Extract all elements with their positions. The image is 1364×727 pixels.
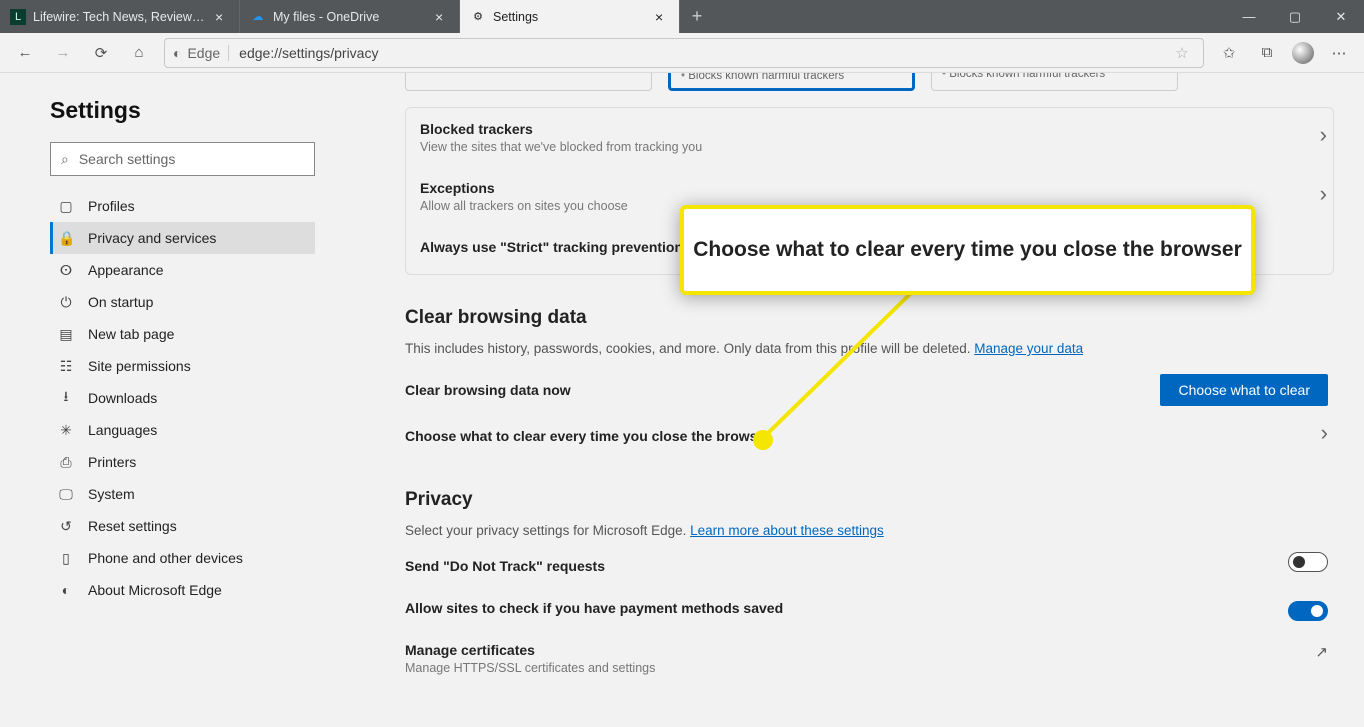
main: Blocks known harmful trackers Blocks kno… bbox=[370, 73, 1364, 727]
chevron-right-icon bbox=[1321, 420, 1328, 446]
address-bar[interactable]: ◐Edge edge://settings/privacy ☆ bbox=[164, 38, 1204, 68]
tab-bar: L Lifewire: Tech News, Reviews, He × ☁ M… bbox=[0, 0, 1364, 33]
sidebar-item-reset[interactable]: ↺Reset settings bbox=[50, 510, 315, 542]
collections-icon[interactable]: ⧉ bbox=[1254, 40, 1280, 66]
appearance-icon: ⵙ bbox=[58, 262, 74, 279]
chevron-right-icon bbox=[1320, 181, 1327, 207]
star-outline-icon[interactable]: ☆ bbox=[1169, 40, 1195, 66]
row-clear-on-close[interactable]: Choose what to clear every time you clos… bbox=[405, 406, 1334, 457]
sidebar-item-downloads[interactable]: ⭳Downloads bbox=[50, 382, 315, 414]
row-dnt: Send "Do Not Track" requests bbox=[405, 538, 1334, 587]
window-close[interactable]: ✕ bbox=[1318, 0, 1364, 33]
tracking-card-strict[interactable]: Blocks known harmful trackers bbox=[931, 73, 1178, 91]
row-payment-check: Allow sites to check if you have payment… bbox=[405, 587, 1334, 629]
lock-icon: 🔒 bbox=[58, 230, 74, 247]
section-desc: Select your privacy settings for Microso… bbox=[405, 523, 1334, 538]
onedrive-icon: ☁ bbox=[250, 9, 266, 25]
tab-title: Settings bbox=[493, 10, 648, 24]
sidebar-item-printers[interactable]: ⎙Printers bbox=[50, 446, 315, 478]
row-blocked-trackers[interactable]: Blocked trackers View the sites that we'… bbox=[406, 108, 1333, 167]
toolbar: ← → ⟳ ⌂ ◐Edge edge://settings/privacy ☆ … bbox=[0, 33, 1364, 73]
tab-lifewire[interactable]: L Lifewire: Tech News, Reviews, He × bbox=[0, 0, 240, 33]
sidebar-item-appearance[interactable]: ⵙAppearance bbox=[50, 254, 315, 286]
row-certificates[interactable]: Manage certificates Manage HTTPS/SSL cer… bbox=[405, 629, 1334, 688]
permissions-icon: ☷ bbox=[58, 358, 74, 375]
close-icon[interactable]: × bbox=[435, 9, 449, 25]
close-icon[interactable]: × bbox=[655, 9, 669, 25]
url-text: edge://settings/privacy bbox=[239, 45, 378, 61]
sidebar-item-startup[interactable]: ⏻On startup bbox=[50, 286, 315, 318]
sidebar-item-languages[interactable]: ✳Languages bbox=[50, 414, 315, 446]
section-heading-privacy: Privacy bbox=[405, 489, 1334, 511]
tab-onedrive[interactable]: ☁ My files - OneDrive × bbox=[240, 0, 460, 33]
search-icon: ⌕ bbox=[61, 151, 69, 168]
window-maximize[interactable]: ▢ bbox=[1272, 0, 1318, 33]
avatar[interactable] bbox=[1292, 42, 1314, 64]
tracking-card-balanced[interactable]: Blocks known harmful trackers bbox=[668, 73, 915, 91]
payment-toggle[interactable] bbox=[1288, 601, 1328, 621]
menu-icon[interactable]: ⋯ bbox=[1326, 40, 1352, 66]
sidebar: Settings ⌕ Search settings ▢Profiles 🔒Pr… bbox=[0, 73, 370, 727]
tab-title: My files - OneDrive bbox=[273, 10, 428, 24]
close-icon[interactable]: × bbox=[215, 9, 229, 25]
tab-title: Lifewire: Tech News, Reviews, He bbox=[33, 10, 208, 24]
sidebar-item-newtab[interactable]: ▤New tab page bbox=[50, 318, 315, 350]
sidebar-item-phone[interactable]: ▯Phone and other devices bbox=[50, 542, 315, 574]
favorites-icon[interactable]: ✩ bbox=[1216, 40, 1242, 66]
sidebar-item-system[interactable]: 🖵System bbox=[50, 478, 315, 510]
sidebar-item-permissions[interactable]: ☷Site permissions bbox=[50, 350, 315, 382]
home-button[interactable]: ⌂ bbox=[126, 40, 152, 66]
tab-settings[interactable]: ⚙ Settings × bbox=[460, 0, 680, 33]
download-icon: ⭳ bbox=[58, 386, 74, 410]
back-button[interactable]: ← bbox=[12, 40, 38, 66]
external-link-icon: ↗ bbox=[1315, 644, 1328, 661]
section-heading-clear: Clear browsing data bbox=[405, 307, 1334, 329]
phone-icon: ▯ bbox=[58, 550, 74, 567]
edge-badge: ◐Edge bbox=[173, 45, 229, 61]
edge-icon: ◐ bbox=[58, 582, 74, 598]
gear-icon: ⚙ bbox=[470, 9, 486, 25]
choose-what-to-clear-button[interactable]: Choose what to clear bbox=[1160, 374, 1328, 406]
chevron-right-icon bbox=[1320, 122, 1327, 148]
search-input[interactable]: ⌕ Search settings bbox=[50, 142, 315, 176]
sidebar-item-privacy[interactable]: 🔒Privacy and services bbox=[50, 222, 315, 254]
printer-icon: ⎙ bbox=[58, 454, 74, 471]
system-icon: 🖵 bbox=[58, 486, 74, 503]
annotation-callout: Choose what to clear every time you clos… bbox=[680, 205, 1255, 295]
window-minimize[interactable]: ― bbox=[1226, 0, 1272, 33]
search-placeholder: Search settings bbox=[79, 151, 176, 167]
manage-data-link[interactable]: Manage your data bbox=[974, 341, 1083, 356]
sidebar-item-profiles[interactable]: ▢Profiles bbox=[50, 190, 315, 222]
reset-icon: ↺ bbox=[58, 518, 74, 535]
language-icon: ✳ bbox=[58, 422, 74, 439]
newtab-icon: ▤ bbox=[58, 326, 74, 343]
page-title: Settings bbox=[50, 97, 370, 124]
learn-more-link[interactable]: Learn more about these settings bbox=[690, 523, 884, 538]
lifewire-icon: L bbox=[10, 9, 26, 25]
new-tab-button[interactable]: + bbox=[680, 0, 714, 33]
refresh-button[interactable]: ⟳ bbox=[88, 40, 114, 66]
forward-button[interactable]: → bbox=[50, 40, 76, 66]
tracking-card-basic[interactable] bbox=[405, 73, 652, 91]
sidebar-item-about[interactable]: ◐About Microsoft Edge bbox=[50, 574, 315, 606]
dnt-toggle[interactable] bbox=[1288, 552, 1328, 572]
annotation-dot bbox=[753, 430, 773, 450]
section-desc: This includes history, passwords, cookie… bbox=[405, 341, 1334, 356]
row-clear-now: Clear browsing data now Choose what to c… bbox=[405, 356, 1334, 406]
profile-icon: ▢ bbox=[58, 198, 74, 215]
power-icon: ⏻ bbox=[58, 294, 74, 311]
